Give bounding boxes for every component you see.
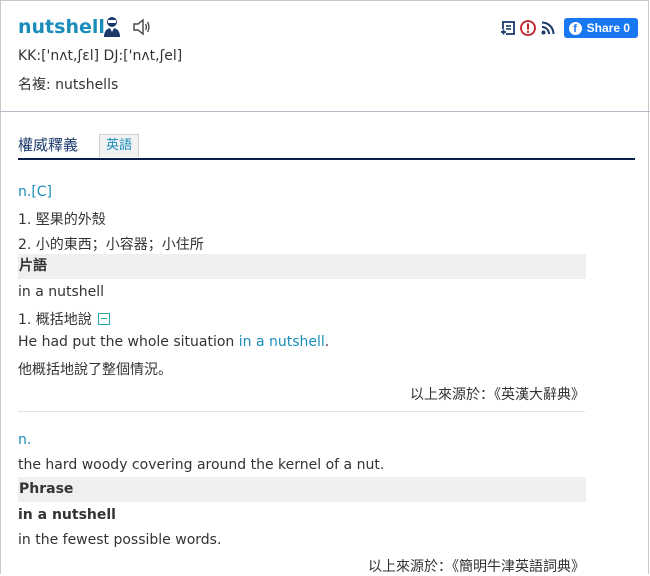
toolbar: f Share 0 [499, 17, 638, 39]
phrase: in a nutshell [18, 507, 116, 523]
tab-underline [18, 158, 635, 160]
bookmark-add-icon[interactable] [499, 20, 516, 36]
share-label: Share 0 [586, 21, 630, 35]
definition-tabs: 權威釋義 英語 [18, 132, 635, 160]
definition-2: 2. 小的東西；小容器；小住所 [18, 237, 204, 253]
header-divider [0, 111, 650, 112]
tab-authoritative[interactable]: 權威釋義 [18, 134, 78, 155]
plural-form: 名複: nutshells [18, 77, 119, 93]
example-highlight: in a nutshell [238, 334, 325, 350]
example-translation: 他概括地說了整個情況。 [18, 362, 172, 378]
sound-icon[interactable] [132, 18, 152, 36]
example-text-after: . [324, 334, 330, 350]
headword: nutshell [18, 16, 105, 38]
phrase: in a nutshell [18, 284, 105, 300]
person-speaker-icon[interactable] [102, 16, 122, 38]
definition-1: 1. 堅果的外殼 [18, 212, 106, 228]
phrase-definition: in the fewest possible words. [18, 532, 222, 548]
rss-icon[interactable] [540, 20, 556, 36]
entry-separator [18, 411, 585, 412]
definition: the hard woody covering around the kerne… [18, 457, 385, 473]
phrase-header: Phrase [18, 477, 586, 502]
entry-header: nutshell KK:['nʌt,ʃɛl] DJ:['nʌt,ʃel] 名複:… [18, 14, 638, 104]
example-sentence: He had put the whole situation in a nuts… [18, 334, 329, 350]
phrase-definition: 1. 概括地說 [18, 309, 110, 329]
pronunciation: KK:['nʌt,ʃɛl] DJ:['nʌt,ʃel] [18, 48, 183, 64]
source-citation: 以上來源於：《英漢大辭典》 [410, 387, 585, 403]
part-of-speech: n.[C] [18, 184, 53, 200]
facebook-share-button[interactable]: f Share 0 [563, 18, 638, 38]
example-text-before: He had put the whole situation [18, 334, 239, 350]
phrase-definition-text: 1. 概括地說 [18, 312, 92, 328]
phrase-header: 片語 [18, 254, 586, 279]
facebook-icon: f [568, 21, 582, 35]
tab-english[interactable]: 英語 [99, 134, 140, 157]
collapse-icon[interactable] [97, 313, 110, 325]
source-citation: 以上來源於：《簡明牛津英語詞典》 [368, 559, 585, 575]
report-icon[interactable] [519, 20, 536, 36]
part-of-speech: n. [18, 432, 32, 448]
